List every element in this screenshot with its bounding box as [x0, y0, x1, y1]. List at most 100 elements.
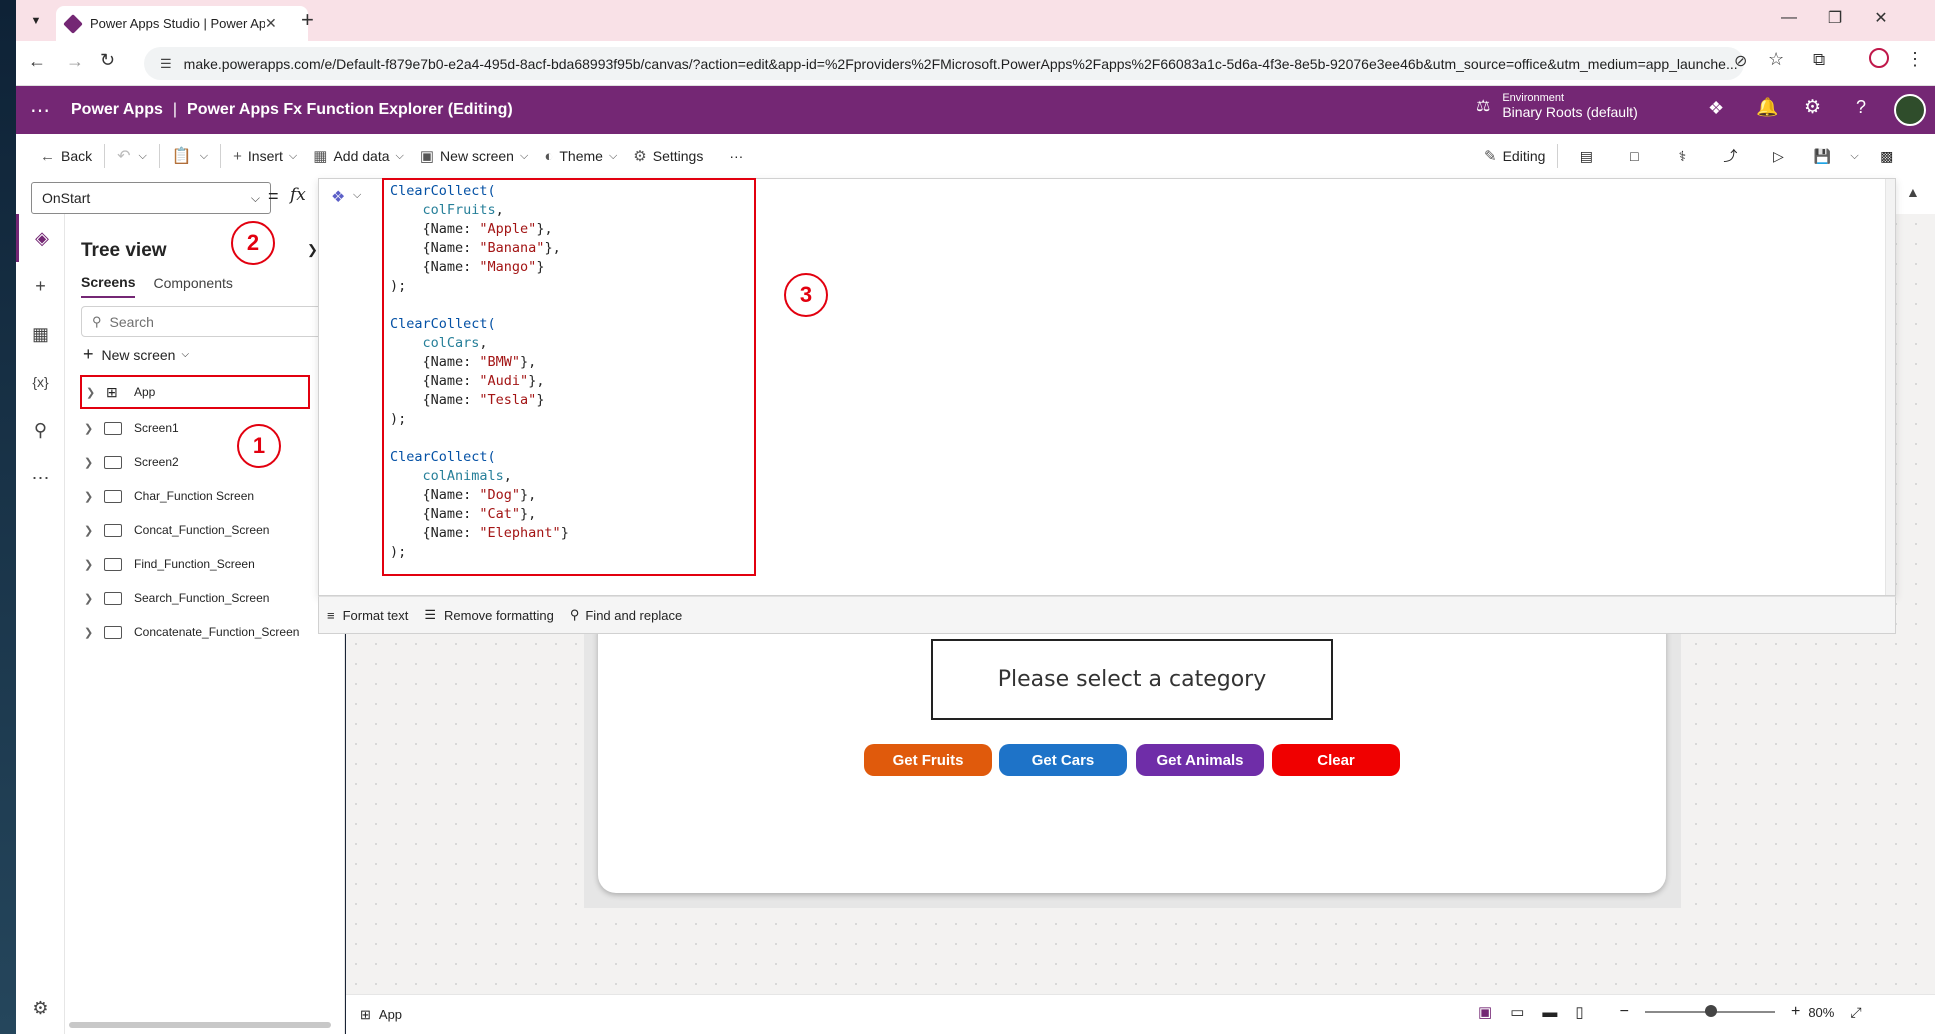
bookmark-star-icon[interactable]: ☆: [1768, 49, 1784, 70]
get-animals-button[interactable]: Get Animals: [1136, 744, 1264, 776]
settings-gear-icon[interactable]: ⚙: [16, 984, 65, 1032]
preview-play-icon[interactable]: ▷: [1754, 134, 1802, 178]
search-icon[interactable]: ⚲: [16, 406, 65, 454]
editing-mode-button[interactable]: ✎ Editing: [1476, 134, 1553, 178]
data-table-icon[interactable]: ▦: [16, 310, 65, 358]
editor-scrollbar[interactable]: [1885, 179, 1895, 595]
remove-formatting-button[interactable]: ☰ Remove formatting: [424, 607, 553, 623]
expand-chevron-icon[interactable]: ❯: [84, 456, 104, 469]
share-icon[interactable]: ⤴: [1706, 134, 1754, 178]
tree-item-app[interactable]: ❯ ⊞ App: [80, 375, 310, 409]
expand-chevron-icon[interactable]: ❯: [84, 558, 104, 571]
tree-item-concatenate-function-screen[interactable]: ❯ Concatenate_Function_Screen: [80, 615, 320, 649]
new-tab-button[interactable]: +: [301, 7, 314, 33]
zoom-out-button[interactable]: −: [1620, 1003, 1629, 1021]
copilot-icon[interactable]: ❖: [1708, 98, 1724, 119]
forward-arrow-icon[interactable]: →: [66, 51, 84, 72]
expand-chevron-icon[interactable]: ❯: [84, 626, 104, 639]
collapse-panel-icon[interactable]: ❯: [307, 242, 318, 258]
settings-button[interactable]: ⚙ Settings: [625, 134, 711, 178]
category-label[interactable]: Please select a category: [931, 639, 1333, 720]
save-icon[interactable]: 💾: [1802, 134, 1842, 178]
browser-menu-icon[interactable]: ⋮: [1906, 49, 1924, 70]
close-tab-icon[interactable]: ✕: [265, 15, 277, 32]
browser-tab[interactable]: Power Apps Studio | Power Apps ✕: [56, 6, 308, 41]
back-button[interactable]: ← Back: [32, 134, 100, 178]
health-monitor-icon[interactable]: ⚕: [1658, 134, 1706, 178]
add-data-button[interactable]: ▦ Add data ⌵: [305, 134, 412, 178]
restore-icon[interactable]: ❐: [1812, 8, 1858, 28]
tab-search-button[interactable]: ▼: [24, 10, 48, 32]
expand-chevron-icon[interactable]: ❯: [84, 592, 104, 605]
copilot-icon[interactable]: ❖: [331, 187, 345, 207]
tree-horizontal-scrollbar[interactable]: [69, 1022, 331, 1028]
site-info-icon[interactable]: ☰: [160, 56, 172, 72]
tree-view-layers-icon[interactable]: ◈: [16, 214, 65, 262]
desktop-view-icon[interactable]: ▭: [1510, 1003, 1524, 1021]
undo-icon[interactable]: ↶: [109, 134, 138, 178]
user-avatar[interactable]: [1894, 94, 1926, 126]
tree-item-screen2[interactable]: ❯ Screen2: [80, 445, 320, 479]
selected-control[interactable]: App: [379, 1007, 402, 1022]
environment-picker[interactable]: ⚖ Environment Binary Roots (default): [1476, 92, 1638, 120]
tree-item-search-function-screen[interactable]: ❯ Search_Function_Screen: [80, 581, 320, 615]
formula-code[interactable]: ClearCollect( colFruits, {Name: "Apple"}…: [382, 178, 756, 576]
find-replace-button[interactable]: ⚲ Find and replace: [570, 607, 682, 623]
tree-search-input[interactable]: ⚲ Search: [81, 306, 331, 337]
more-icon[interactable]: ⋯: [16, 454, 65, 502]
publish-icon[interactable]: ▩: [1867, 134, 1907, 178]
collapse-formula-icon[interactable]: ▲: [1906, 184, 1920, 200]
reload-icon[interactable]: ↻: [100, 50, 115, 71]
expand-chevron-icon[interactable]: ❯: [84, 524, 104, 537]
tree-item-concat-function-screen[interactable]: ❯ Concat_Function_Screen: [80, 513, 320, 547]
zoom-in-button[interactable]: +: [1791, 1003, 1800, 1021]
chevron-down-icon[interactable]: ⌵: [353, 189, 361, 202]
minimize-icon[interactable]: —: [1766, 9, 1812, 27]
app-header: ⋯ Power Apps | Power Apps Fx Function Ex…: [16, 86, 1935, 134]
tab-components[interactable]: Components: [153, 275, 232, 297]
close-window-icon[interactable]: ✕: [1858, 8, 1904, 28]
fit-to-window-icon[interactable]: ⤢: [1850, 1004, 1861, 1021]
new-screen-tree-button[interactable]: + New screen ⌵: [83, 344, 189, 365]
insert-button[interactable]: + Insert ⌵: [225, 134, 305, 178]
insert-plus-icon[interactable]: +: [16, 262, 65, 310]
comments-icon[interactable]: □: [1610, 134, 1658, 178]
zoom-slider-thumb[interactable]: [1704, 1005, 1717, 1017]
paste-dropdown-icon[interactable]: ⌵: [200, 150, 208, 163]
paste-icon[interactable]: 📋: [164, 134, 200, 178]
expand-chevron-icon[interactable]: ❯: [86, 386, 106, 399]
tree-item-screen1[interactable]: ❯ Screen1: [80, 411, 320, 445]
tree-item-find-function-screen[interactable]: ❯ Find_Function_Screen: [80, 547, 320, 581]
header-separator: |: [172, 101, 178, 118]
new-screen-button[interactable]: ▣ New screen ⌵: [412, 134, 536, 178]
expand-chevron-icon[interactable]: ❯: [84, 490, 104, 503]
notifications-bell-icon[interactable]: 🔔: [1756, 97, 1778, 118]
save-dropdown-icon[interactable]: ⌵: [1850, 150, 1858, 163]
format-text-button[interactable]: ≡ Format text: [327, 608, 408, 623]
accessibility-checker-icon[interactable]: ▣: [1478, 1003, 1492, 1021]
app-checker-icon[interactable]: ▤: [1562, 134, 1610, 178]
phone-view-icon[interactable]: ▯: [1575, 1003, 1583, 1021]
expand-chevron-icon[interactable]: ❯: [84, 422, 104, 435]
tab-screens[interactable]: Screens: [81, 274, 136, 298]
back-arrow-icon[interactable]: ←: [28, 51, 46, 72]
get-cars-button[interactable]: Get Cars: [999, 744, 1127, 776]
extensions-icon[interactable]: ⧉: [1813, 50, 1825, 70]
tablet-view-icon[interactable]: ▬: [1542, 1004, 1557, 1021]
help-icon[interactable]: ?: [1856, 97, 1866, 118]
theme-button[interactable]: ◐ Theme ⌵: [536, 134, 625, 178]
property-selector[interactable]: OnStart ⌵: [31, 182, 271, 214]
eye-off-icon[interactable]: ⊘: [1734, 51, 1747, 71]
url-box[interactable]: ☰ make.powerapps.com/e/Default-f879e7b0-…: [144, 47, 1744, 80]
settings-gear-icon[interactable]: ⚙: [1804, 96, 1821, 119]
app-launcher-icon[interactable]: ⋯: [30, 98, 50, 123]
more-commands-button[interactable]: ···: [721, 134, 751, 178]
profile-icon[interactable]: [1869, 48, 1889, 68]
zoom-slider[interactable]: [1644, 1005, 1775, 1017]
product-name[interactable]: Power Apps: [71, 101, 163, 119]
undo-dropdown-icon[interactable]: ⌵: [139, 150, 147, 163]
variables-icon[interactable]: {x}: [16, 358, 65, 406]
clear-button[interactable]: Clear: [1272, 744, 1400, 776]
get-fruits-button[interactable]: Get Fruits: [864, 744, 992, 776]
tree-item-char-function-screen[interactable]: ❯ Char_Function Screen: [80, 479, 320, 513]
